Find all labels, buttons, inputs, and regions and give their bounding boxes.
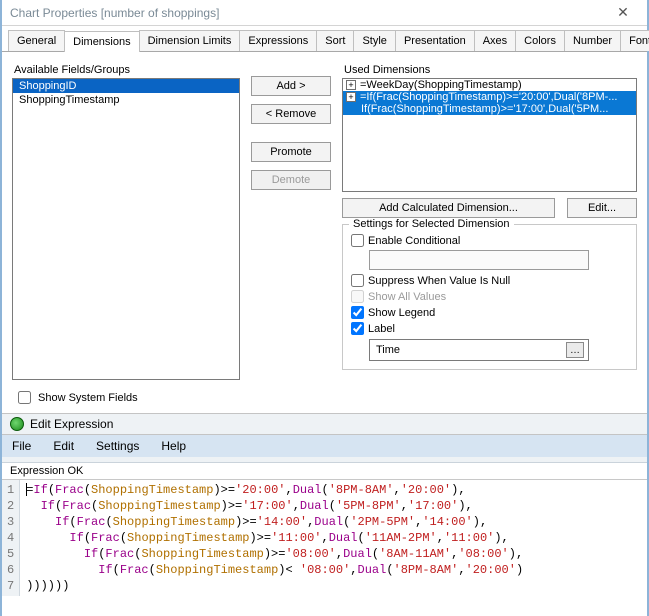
tab-sort[interactable]: Sort bbox=[316, 30, 354, 51]
tab-colors[interactable]: Colors bbox=[515, 30, 565, 51]
list-item[interactable]: ShoppingID bbox=[13, 79, 239, 93]
demote-button: Demote bbox=[251, 170, 331, 190]
window-titlebar: Chart Properties [number of shoppings] ✕ bbox=[2, 0, 647, 26]
used-dim-row[interactable]: +=If(Frac(ShoppingTimestamp)>='20:00',Du… bbox=[343, 91, 636, 103]
available-label: Available Fields/Groups bbox=[14, 64, 240, 76]
available-fields-list[interactable]: ShoppingIDShoppingTimestamp bbox=[12, 78, 240, 380]
expression-status: Expression OK bbox=[2, 463, 647, 479]
settings-group: Settings for Selected Dimension Enable C… bbox=[342, 224, 637, 370]
show-all-values-checkbox: Show All Values bbox=[351, 290, 628, 303]
close-icon[interactable]: ✕ bbox=[607, 4, 639, 21]
expression-editor[interactable]: 1234567 =If(Frac(ShoppingTimestamp)>='20… bbox=[2, 479, 647, 596]
tab-dimensions[interactable]: Dimensions bbox=[64, 31, 139, 52]
enable-conditional-checkbox[interactable]: Enable Conditional bbox=[351, 234, 628, 247]
remove-button[interactable]: < Remove bbox=[251, 104, 331, 124]
used-dim-row[interactable]: +=WeekDay(ShoppingTimestamp) bbox=[343, 79, 636, 91]
menu-file[interactable]: File bbox=[12, 439, 31, 453]
label-checkbox[interactable]: Label bbox=[351, 322, 628, 335]
settings-group-title: Settings for Selected Dimension bbox=[349, 218, 514, 230]
add-button[interactable]: Add > bbox=[251, 76, 331, 96]
suppress-null-checkbox[interactable]: Suppress When Value Is Null bbox=[351, 274, 628, 287]
label-input[interactable] bbox=[374, 343, 566, 357]
ok-icon bbox=[10, 417, 24, 431]
window-title: Chart Properties [number of shoppings] bbox=[10, 6, 219, 20]
label-edit-button[interactable]: … bbox=[566, 342, 584, 358]
add-calc-dim-button[interactable]: Add Calculated Dimension... bbox=[342, 198, 555, 218]
expand-icon[interactable]: + bbox=[346, 80, 356, 90]
list-item[interactable]: ShoppingTimestamp bbox=[13, 93, 239, 107]
edit-button[interactable]: Edit... bbox=[567, 198, 637, 218]
tab-axes[interactable]: Axes bbox=[474, 30, 516, 51]
menu-settings[interactable]: Settings bbox=[96, 439, 139, 453]
used-dim-row[interactable]: If(Frac(ShoppingTimestamp)>='17:00',Dual… bbox=[343, 103, 636, 115]
tab-strip: GeneralDimensionsDimension LimitsExpress… bbox=[2, 26, 647, 52]
edit-expression-titlebar: Edit Expression bbox=[2, 413, 647, 435]
tab-general[interactable]: General bbox=[8, 30, 65, 51]
expand-icon[interactable]: + bbox=[346, 92, 356, 102]
show-legend-checkbox[interactable]: Show Legend bbox=[351, 306, 628, 319]
edit-expression-title: Edit Expression bbox=[30, 417, 113, 431]
used-dimensions-list[interactable]: +=WeekDay(ShoppingTimestamp)+=If(Frac(Sh… bbox=[342, 78, 637, 192]
menu-edit[interactable]: Edit bbox=[53, 439, 74, 453]
edit-expression-menu: File Edit Settings Help bbox=[2, 435, 647, 457]
show-system-fields-checkbox[interactable]: Show System Fields bbox=[14, 388, 647, 407]
promote-button[interactable]: Promote bbox=[251, 142, 331, 162]
tab-style[interactable]: Style bbox=[353, 30, 395, 51]
tab-presentation[interactable]: Presentation bbox=[395, 30, 475, 51]
tab-number[interactable]: Number bbox=[564, 30, 621, 51]
tab-dimension-limits[interactable]: Dimension Limits bbox=[139, 30, 241, 51]
used-label: Used Dimensions bbox=[344, 64, 637, 76]
conditional-expr-field bbox=[369, 250, 589, 270]
menu-help[interactable]: Help bbox=[161, 439, 186, 453]
tab-expressions[interactable]: Expressions bbox=[239, 30, 317, 51]
tab-font[interactable]: Font bbox=[620, 30, 649, 51]
